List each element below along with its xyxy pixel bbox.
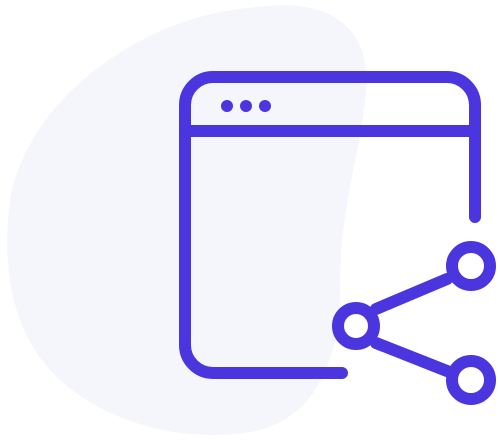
share-node-left bbox=[332, 302, 380, 350]
share-link-top bbox=[370, 273, 453, 315]
share-icon bbox=[332, 241, 496, 405]
window-dots bbox=[221, 100, 271, 112]
window-dot bbox=[259, 100, 271, 112]
share-node-top bbox=[446, 241, 496, 291]
window-dot bbox=[240, 100, 252, 112]
share-node-bottom bbox=[446, 355, 496, 405]
window-dot bbox=[221, 100, 233, 112]
share-link-bottom bbox=[370, 337, 453, 377]
browser-share-illustration bbox=[7, 5, 496, 435]
